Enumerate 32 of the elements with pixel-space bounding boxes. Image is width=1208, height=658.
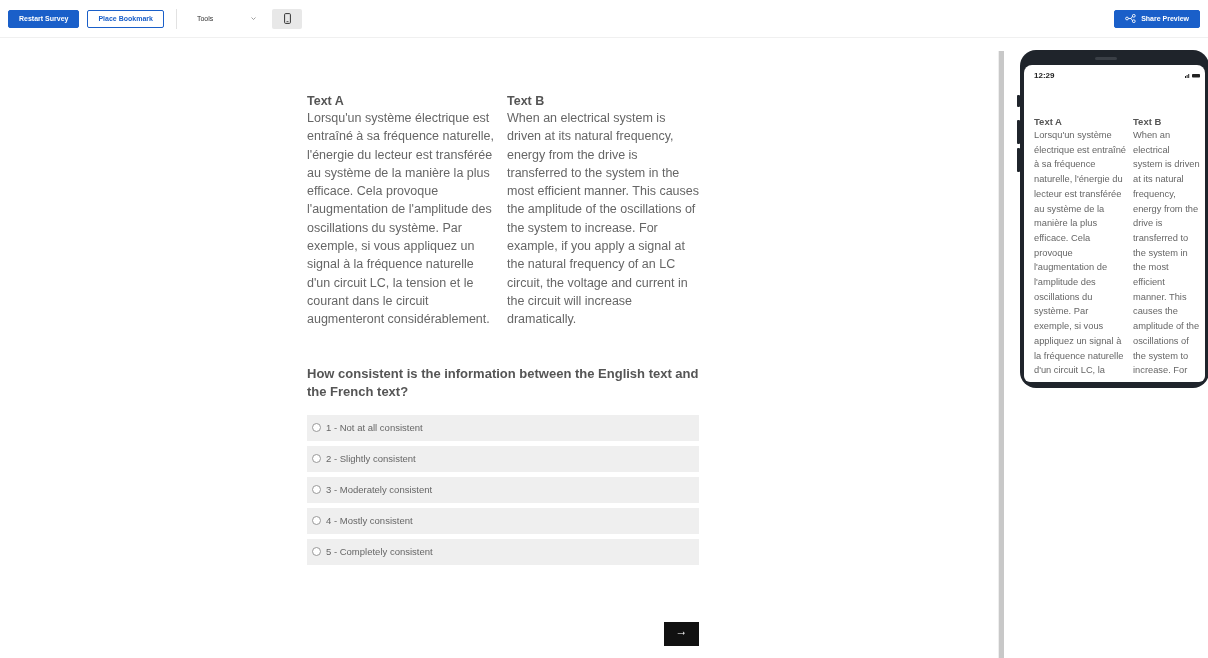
radio-button[interactable] <box>312 485 321 495</box>
signal-battery-icon <box>1185 73 1201 78</box>
radio-button[interactable] <box>312 423 321 433</box>
option-label: 5 - Completely consistent <box>326 546 433 558</box>
chevron-down-icon <box>251 17 257 20</box>
text-heading: Text A <box>1034 115 1063 128</box>
text-heading: Text B <box>1133 115 1163 128</box>
next-button[interactable]: → <box>664 621 699 646</box>
radio-button[interactable] <box>312 547 321 557</box>
passage-text: Lorsqu'un système électrique est entraîné à sa fréquence naturelle, l'énergie du lecteur est transférée au système de la manière la plus efficace. Cela provoque l'augmentation de l'amplitude des oscillations du système. Par exemple, si vous appliquez un signal à la fréquence naturelle d'un circuit LC, la <box>1034 129 1127 378</box>
answer-option[interactable]: 2 - Slightly consistent <box>307 445 699 472</box>
text-heading: Text A <box>307 93 345 109</box>
option-label: 3 - Moderately consistent <box>326 484 433 496</box>
answer-option[interactable]: 4 - Mostly consistent <box>307 507 699 534</box>
scrollbar[interactable] <box>998 51 1004 658</box>
option-label: 1 - Not at all consistent <box>326 422 423 434</box>
phone-icon <box>283 13 291 24</box>
answer-option[interactable]: 3 - Moderately consistent <box>307 476 699 503</box>
answer-option[interactable]: 1 - Not at all consistent <box>307 414 699 441</box>
question-text: How consistent is the information between the English text and the French text? <box>307 364 699 402</box>
option-label: 2 - Slightly consistent <box>326 453 416 465</box>
radio-button[interactable] <box>312 516 321 526</box>
mobile-view-toggle[interactable] <box>272 8 303 29</box>
option-label: 4 - Mostly consistent <box>326 515 413 527</box>
text-heading: Text B <box>507 93 546 109</box>
answer-option[interactable]: 5 - Completely consistent <box>307 538 699 565</box>
status-time: 12:29 <box>1034 71 1055 80</box>
passage-text: When an electrical system is driven at its natural frequency, energy from the drive is transferred to the system in the most efficient manner. This causes the amplitude of the oscillations of the system to increase. For example, if you apply a signal at the natural frequency of an LC circuit, the voltage and current in the circuit will increase dramatically. <box>507 110 699 329</box>
passage-text: When an electrical system is driven at its natural frequency, energy from the drive is transferred to the system in the most efficient manner. This causes the amplitude of the oscillations of the system to increase. For <box>1133 129 1201 378</box>
passage-text: Lorsqu'un système électrique est entraîné à sa fréquence naturelle, l'énergie du lecteur est transférée au système de la manière la plus efficace. Cela provoque l'augmentation de l'amplitude des oscillations du système. Par exemple, si vous appliquez un signal à la fréquence naturelle d'un circuit LC, la tension et le courant dans le circuit augmenteront considérablement. <box>307 110 495 329</box>
share-icon <box>1125 14 1137 23</box>
radio-button[interactable] <box>312 454 321 464</box>
